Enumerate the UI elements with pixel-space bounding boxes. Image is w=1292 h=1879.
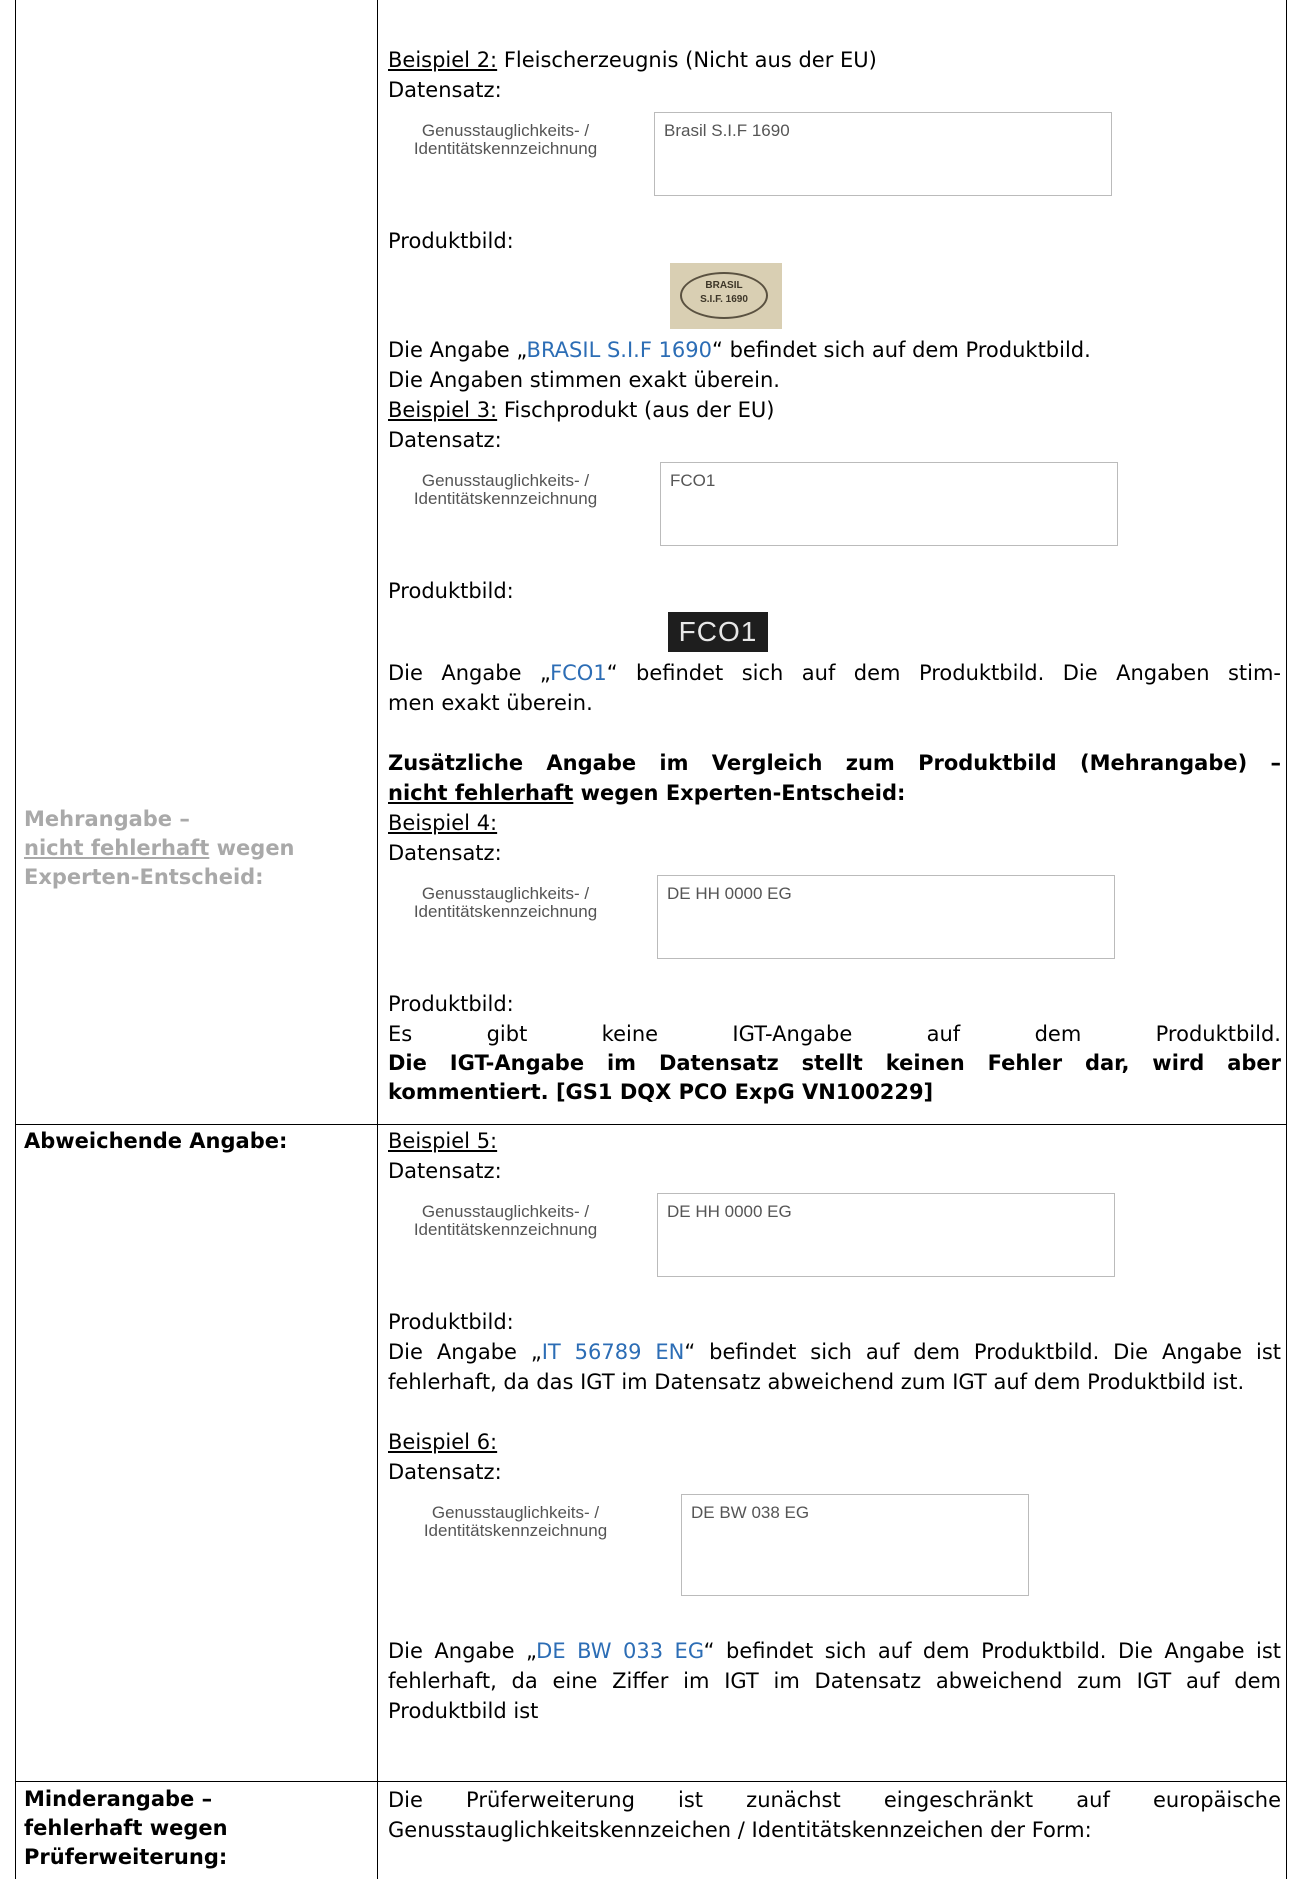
field-value-box: DE HH 0000 EG bbox=[657, 1193, 1115, 1277]
result-bold-text: Die IGT-Angabe im Datensatz stellt keine… bbox=[388, 1051, 1281, 1104]
field-label-line: Identitätskennzeichnung bbox=[413, 489, 598, 508]
example-label: Beispiel 2: bbox=[388, 48, 498, 72]
example-title: Beispiel 6: bbox=[388, 1427, 1281, 1457]
result-text: Die Angabe „BRASIL S.I.F 1690“ befindet … bbox=[388, 335, 1281, 365]
example-title: Beispiel 2: Fleischerzeugnis (Nicht aus … bbox=[388, 45, 1281, 75]
field-label-line: Genusstauglichkeits- / bbox=[431, 1503, 600, 1522]
seal-text: BRASIL bbox=[705, 280, 743, 291]
example-label: Beispiel 4: bbox=[388, 811, 498, 835]
produktbild-label: Produktbild: bbox=[388, 579, 514, 603]
field-label-line: Identitätskennzeichnung bbox=[413, 902, 598, 921]
row-label-text: wegen bbox=[209, 836, 295, 860]
example-title: Beispiel 3: Fischprodukt (aus der EU) bbox=[388, 395, 1281, 425]
row-divider bbox=[15, 1781, 1287, 1782]
row-label-minderangabe: Minderangabe – fehlerhaft wegen Prüferwe… bbox=[24, 1785, 369, 1872]
table-border-right bbox=[1286, 0, 1287, 1879]
example-subtitle: Fleischerzeugnis (Nicht aus der EU) bbox=[497, 48, 877, 72]
result-text: Die Angabe „IT 56789 EN“ befindet sich a… bbox=[388, 1337, 1281, 1397]
row-divider bbox=[15, 1124, 1287, 1125]
example-title: Beispiel 4: bbox=[388, 808, 1281, 838]
product-image: BRASIL S.I.F. 1690 bbox=[388, 256, 1281, 335]
section-heading-underlined: nicht fehlerhaft bbox=[388, 781, 574, 805]
row-label-abweichend: Abweichende Angabe: bbox=[24, 1127, 369, 1156]
text: Die Angabe „ bbox=[388, 1639, 537, 1663]
result-text: Die Prüferweiterung ist zunächst eingesc… bbox=[388, 1788, 1281, 1842]
field-value-box: FCO1 bbox=[660, 462, 1118, 546]
seal-text: S.I.F. 1690 bbox=[700, 294, 748, 305]
fco1-label-image: FCO1 bbox=[668, 612, 768, 652]
field-label: Genusstauglichkeits- / Identitätskennzeic… bbox=[398, 1504, 633, 1540]
example-title: Beispiel 5: bbox=[388, 1126, 1281, 1156]
dataset-field: Genusstauglichkeits- / Identitätskennzeic… bbox=[388, 112, 1281, 200]
datensatz-label: Datensatz: bbox=[388, 428, 502, 452]
result-text: Es gibt keine IGT-Angabe auf dem Produkt… bbox=[388, 1022, 1281, 1046]
field-value-box: Brasil S.I.F 1690 bbox=[654, 112, 1112, 196]
field-label: Genusstauglichkeits- / Identitätskennzeic… bbox=[388, 472, 623, 508]
field-label: Genusstauglichkeits- / Identitätskennzeic… bbox=[388, 122, 623, 158]
highlight-value: FCO1 bbox=[550, 661, 607, 685]
field-label-line: Genusstauglichkeits- / bbox=[421, 471, 590, 490]
field-value-box: DE HH 0000 EG bbox=[657, 875, 1115, 959]
table-column-divider bbox=[377, 0, 378, 1879]
seal-stamp: BRASIL S.I.F. 1690 bbox=[680, 272, 768, 319]
row-label-line: Experten-Entscheid: bbox=[24, 865, 264, 889]
field-label: Genusstauglichkeits- / Identitätskennzeic… bbox=[388, 885, 623, 921]
text: Die Angabe „ bbox=[388, 1340, 542, 1364]
text: Die Angabe „ bbox=[388, 661, 551, 685]
highlight-value: IT 56789 EN bbox=[541, 1340, 685, 1364]
datensatz-label: Datensatz: bbox=[388, 1159, 502, 1183]
text: Die Angabe „ bbox=[388, 338, 527, 362]
example-label: Beispiel 6: bbox=[388, 1430, 498, 1454]
datensatz-label: Datensatz: bbox=[388, 841, 502, 865]
row-label-line: Prüferweiterung: bbox=[24, 1845, 228, 1869]
row-content-minderangabe: Die Prüferweiterung ist zunächst eingesc… bbox=[388, 1785, 1281, 1845]
product-image: FCO1 bbox=[388, 606, 1281, 658]
result-text: Die Angaben stimmen exakt überein. bbox=[388, 368, 780, 392]
table-border-left bbox=[15, 0, 16, 1879]
field-label-line: Identitätskennzeichnung bbox=[413, 1220, 598, 1239]
row-label-line: Abweichende Angabe: bbox=[24, 1129, 288, 1153]
dataset-field: Genusstauglichkeits- / Identitätskennzeic… bbox=[388, 1193, 1281, 1281]
field-label-line: Genusstauglichkeits- / bbox=[421, 1202, 590, 1221]
example-label: Beispiel 5: bbox=[388, 1129, 498, 1153]
document-table: Mehrangabe – nicht fehlerhaft wegen Expe… bbox=[15, 0, 1287, 1879]
text: “ befindet sich auf dem Produktbild. bbox=[712, 338, 1091, 362]
field-label-line: Genusstauglichkeits- / bbox=[421, 121, 590, 140]
text: “ befindet sich auf dem Produktbild. Die… bbox=[606, 661, 1282, 685]
row-content-mehrangabe: Beispiel 2: Fleischerzeugnis (Nicht aus … bbox=[388, 45, 1281, 1107]
row-label-line: Mehrangabe – bbox=[24, 807, 190, 831]
section-heading-text: wegen Experten-Entscheid: bbox=[573, 781, 906, 805]
brasil-seal-image: BRASIL S.I.F. 1690 bbox=[670, 263, 782, 329]
row-label-mehrangabe: Mehrangabe – nicht fehlerhaft wegen Expe… bbox=[24, 805, 369, 892]
row-label-line: fehlerhaft wegen bbox=[24, 1816, 228, 1840]
row-label-line: Minderangabe – bbox=[24, 1787, 213, 1811]
example-label: Beispiel 3: bbox=[388, 398, 498, 422]
datensatz-label: Datensatz: bbox=[388, 78, 502, 102]
dataset-field: Genusstauglichkeits- / Identitätskennzeic… bbox=[388, 875, 1281, 963]
field-label: Genusstauglichkeits- / Identitätskennzeic… bbox=[388, 1203, 623, 1239]
produktbild-label: Produktbild: bbox=[388, 229, 514, 253]
field-value-box: DE BW 038 EG bbox=[681, 1494, 1029, 1596]
result-text: Die Angabe „FCO1“ befindet sich auf dem … bbox=[388, 658, 1281, 688]
produktbild-label: Produktbild: bbox=[388, 1310, 514, 1334]
section-heading: Zusätzliche Angabe im Vergleich zum Prod… bbox=[388, 751, 1281, 775]
datensatz-label: Datensatz: bbox=[388, 1460, 502, 1484]
field-label-line: Genusstauglichkeits- / bbox=[421, 884, 590, 903]
field-label-line: Identitätskennzeichnung bbox=[423, 1521, 608, 1540]
highlight-value: DE BW 033 EG bbox=[536, 1639, 704, 1663]
example-subtitle: Fischprodukt (aus der EU) bbox=[497, 398, 775, 422]
row-label-underlined: nicht fehlerhaft bbox=[24, 836, 210, 860]
dataset-field: Genusstauglichkeits- / Identitätskennzeic… bbox=[388, 1494, 1281, 1596]
result-text: Die Angabe „DE BW 033 EG“ befindet sich … bbox=[388, 1636, 1281, 1726]
dataset-field: Genusstauglichkeits- / Identitätskennzeic… bbox=[388, 462, 1281, 550]
highlight-value: BRASIL S.I.F 1690 bbox=[526, 338, 713, 362]
section-heading: nicht fehlerhaft wegen Experten-Entschei… bbox=[388, 778, 1281, 808]
result-text: men exakt überein. bbox=[388, 691, 593, 715]
field-label-line: Identitätskennzeichnung bbox=[413, 139, 598, 158]
row-label-line: nicht fehlerhaft wegen bbox=[24, 834, 369, 863]
produktbild-label: Produktbild: bbox=[388, 992, 514, 1016]
row-content-abweichend: Beispiel 5: Datensatz: Genusstauglichkei… bbox=[388, 1126, 1281, 1726]
